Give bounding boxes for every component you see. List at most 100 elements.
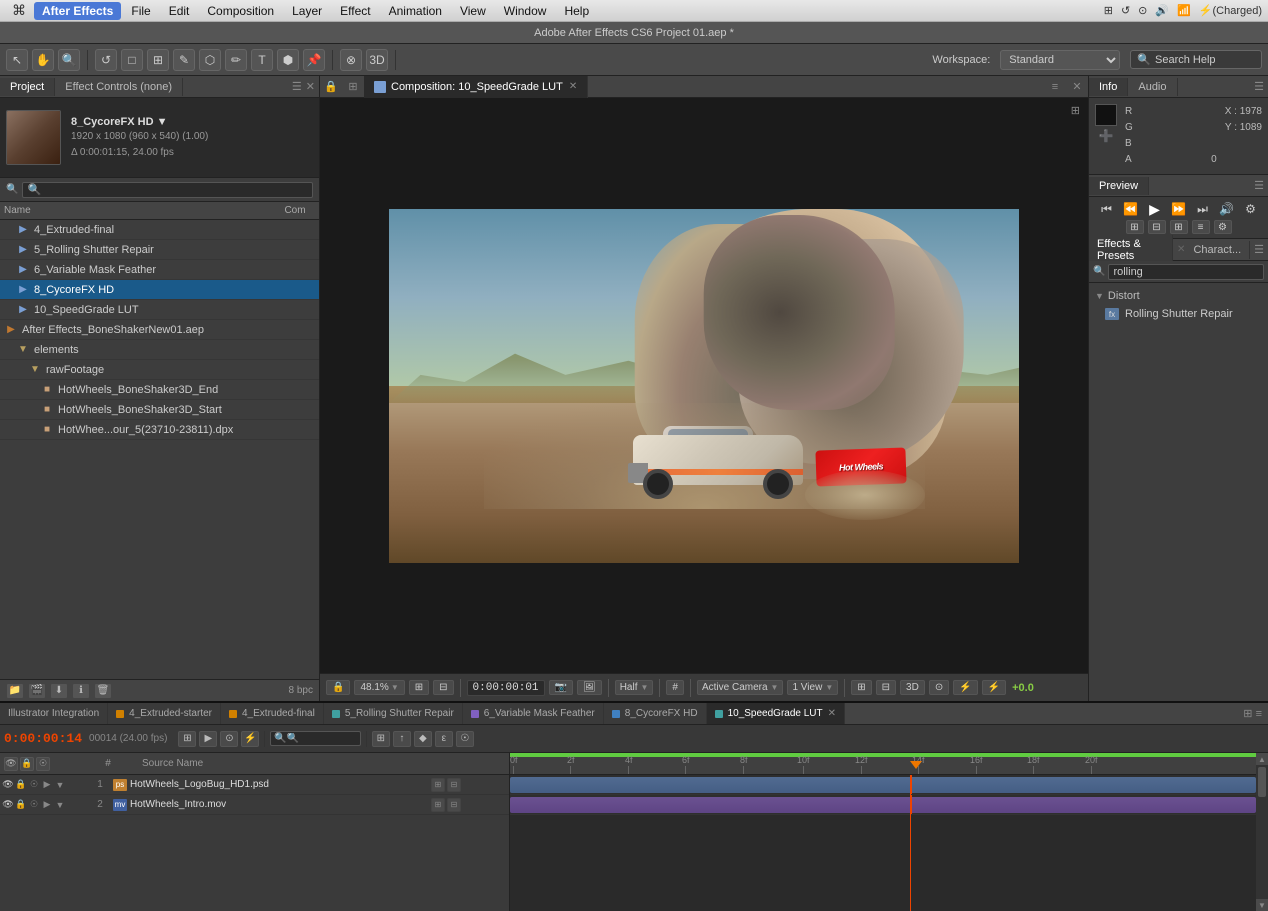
- import-btn[interactable]: ⬇: [50, 683, 68, 699]
- tab-snap-btn[interactable]: ⊞: [342, 76, 364, 98]
- camera-tool[interactable]: □: [121, 49, 143, 71]
- vc-aspect-btn[interactable]: ⊟: [433, 680, 453, 695]
- transport-last[interactable]: ⏭: [1193, 201, 1213, 217]
- snapping-btn[interactable]: ⊗: [340, 49, 362, 71]
- transport-first[interactable]: ⏮: [1097, 201, 1117, 217]
- tl-search-input[interactable]: [287, 733, 357, 744]
- tab-lock-btn[interactable]: 🔒: [320, 76, 342, 98]
- scroll-down[interactable]: ▼: [1256, 899, 1268, 911]
- vc-grid-btn[interactable]: #: [666, 680, 684, 695]
- tl-expr-btn[interactable]: ε: [435, 731, 453, 747]
- panel-menu-btn[interactable]: ☰: [292, 80, 302, 93]
- menu-effect[interactable]: Effect: [332, 2, 378, 20]
- mask-tool[interactable]: ⬡: [199, 49, 221, 71]
- scroll-thumb[interactable]: [1258, 767, 1266, 797]
- vc-draft-btn[interactable]: ⚡: [953, 680, 977, 695]
- comp-panel-close[interactable]: ✕: [1066, 76, 1088, 98]
- vc-view-dropdown[interactable]: 1 View ▼: [787, 680, 838, 695]
- tl-render-btn[interactable]: ▶: [199, 731, 217, 747]
- effects-category-distort[interactable]: ▼ Distort: [1089, 287, 1268, 305]
- layer-2-solo[interactable]: ☉: [28, 798, 40, 812]
- tab-close-icon[interactable]: ✕: [828, 708, 836, 719]
- menu-layer[interactable]: Layer: [284, 2, 330, 20]
- tl-mode-btn[interactable]: ⊞: [372, 731, 390, 747]
- viewer-expand-btn[interactable]: ⊞: [1071, 104, 1080, 117]
- menu-file[interactable]: File: [123, 2, 158, 20]
- hand-tool[interactable]: ✋: [32, 49, 54, 71]
- vc-render-btn[interactable]: ⊞: [851, 680, 871, 695]
- zoom-tool[interactable]: 🔍: [58, 49, 80, 71]
- tab-effects-presets[interactable]: Effects & Presets: [1089, 235, 1173, 265]
- menu-help[interactable]: Help: [556, 2, 597, 20]
- vc-snapshot-btn[interactable]: 📷: [549, 680, 573, 695]
- vc-camera-dropdown[interactable]: Active Camera ▼: [697, 680, 784, 695]
- vc-3d-btn[interactable]: 3D: [900, 680, 925, 695]
- type-tool[interactable]: T: [251, 49, 273, 71]
- effects-search-input[interactable]: [1108, 264, 1264, 280]
- project-search-input[interactable]: [22, 182, 313, 198]
- layer-2-visibility[interactable]: 👁: [2, 798, 14, 812]
- interpret-btn[interactable]: ℹ: [72, 683, 90, 699]
- panel-close-btn[interactable]: ✕: [306, 80, 315, 93]
- delete-btn[interactable]: 🗑: [94, 683, 112, 699]
- new-comp-btn[interactable]: 🎬: [28, 683, 46, 699]
- tl-solo-all-btn[interactable]: ☉: [456, 731, 474, 747]
- effects-tab-close[interactable]: ✕: [1177, 244, 1185, 255]
- lh-eye[interactable]: 👁: [4, 757, 18, 771]
- transport-next[interactable]: ⏩: [1169, 201, 1189, 217]
- tab-info[interactable]: Info: [1089, 78, 1128, 96]
- list-item[interactable]: ▶ 6_Variable Mask Feather: [0, 260, 319, 280]
- comp-tab-close[interactable]: ✕: [569, 81, 577, 92]
- menu-window[interactable]: Window: [496, 2, 555, 20]
- layer-1-lock[interactable]: 🔒: [15, 778, 27, 792]
- switch-2[interactable]: ⊟: [447, 778, 461, 792]
- menu-view[interactable]: View: [452, 2, 494, 20]
- new-folder-btn[interactable]: 📁: [6, 683, 24, 699]
- timeline-tab-variable[interactable]: 6_Variable Mask Feather: [463, 703, 604, 725]
- 3d-btn[interactable]: 3D: [366, 49, 388, 71]
- preview-opt-5[interactable]: ⚙: [1214, 220, 1232, 234]
- vc-timecode[interactable]: 0:00:00:01: [467, 680, 545, 696]
- comp-panel-menu[interactable]: ≡: [1044, 76, 1066, 98]
- paint-tool[interactable]: ✏: [225, 49, 247, 71]
- pin-tool[interactable]: 📌: [303, 49, 325, 71]
- vc-lock-btn[interactable]: 🔒: [326, 680, 350, 695]
- menu-after-effects[interactable]: After Effects: [34, 2, 121, 20]
- menu-composition[interactable]: Composition: [199, 2, 282, 20]
- list-item-selected[interactable]: ▶ 8_CycoreFX HD: [0, 280, 319, 300]
- transport-loop[interactable]: ⚙: [1241, 201, 1261, 217]
- comp-tab-active[interactable]: Composition: 10_SpeedGrade LUT ✕: [364, 76, 588, 98]
- transport-prev[interactable]: ⏪: [1121, 201, 1141, 217]
- tl-draft-btn[interactable]: ⚡: [241, 731, 259, 747]
- list-item[interactable]: ▼ rawFootage: [0, 360, 319, 380]
- info-panel-menu[interactable]: ☰: [1250, 80, 1268, 93]
- search-input[interactable]: [1155, 54, 1255, 66]
- vc-show-snapshot-btn[interactable]: 🖼: [577, 680, 602, 695]
- layer-2-collapse[interactable]: ▼: [54, 798, 66, 812]
- tab-preview[interactable]: Preview: [1089, 177, 1149, 195]
- list-item[interactable]: ▶ 10_SpeedGrade LUT: [0, 300, 319, 320]
- preview-panel-menu[interactable]: ☰: [1250, 179, 1268, 192]
- vc-output-btn[interactable]: ⊟: [876, 680, 896, 695]
- timeline-tab-extruded-final[interactable]: 4_Extruded-final: [221, 703, 324, 725]
- layer-1-visibility[interactable]: 👁: [2, 778, 14, 792]
- scroll-up[interactable]: ▲: [1256, 753, 1268, 765]
- tl-keys-btn[interactable]: ◆: [414, 731, 432, 747]
- tl-parent-btn[interactable]: ↑: [393, 731, 411, 747]
- preview-opt-3[interactable]: ⊞: [1170, 220, 1188, 234]
- workspace-dropdown[interactable]: Standard: [1000, 50, 1120, 70]
- list-item[interactable]: ■ HotWhee...our_5(23710-23811).dpx: [0, 420, 319, 440]
- vc-fit-btn[interactable]: ⊞: [409, 680, 429, 695]
- timeline-tab-speedgrade[interactable]: 10_SpeedGrade LUT ✕: [707, 703, 845, 725]
- layer-1-solo[interactable]: ☉: [28, 778, 40, 792]
- effects-panel-menu[interactable]: ☰: [1250, 243, 1268, 256]
- timeline-tab-cycoreFX[interactable]: 8_CycoreFX HD: [604, 703, 707, 725]
- rotate-tool[interactable]: ↺: [95, 49, 117, 71]
- list-item[interactable]: ▶ 4_Extruded-final: [0, 220, 319, 240]
- switch-4[interactable]: ⊟: [447, 798, 461, 812]
- timeline-expand-btn[interactable]: ⊞ ≡: [1237, 707, 1268, 720]
- lh-lock[interactable]: 🔒: [20, 757, 34, 771]
- pen-tool[interactable]: ✎: [173, 49, 195, 71]
- vc-quality-dropdown[interactable]: Half ▼: [615, 680, 654, 695]
- color-swatch[interactable]: [1095, 104, 1117, 126]
